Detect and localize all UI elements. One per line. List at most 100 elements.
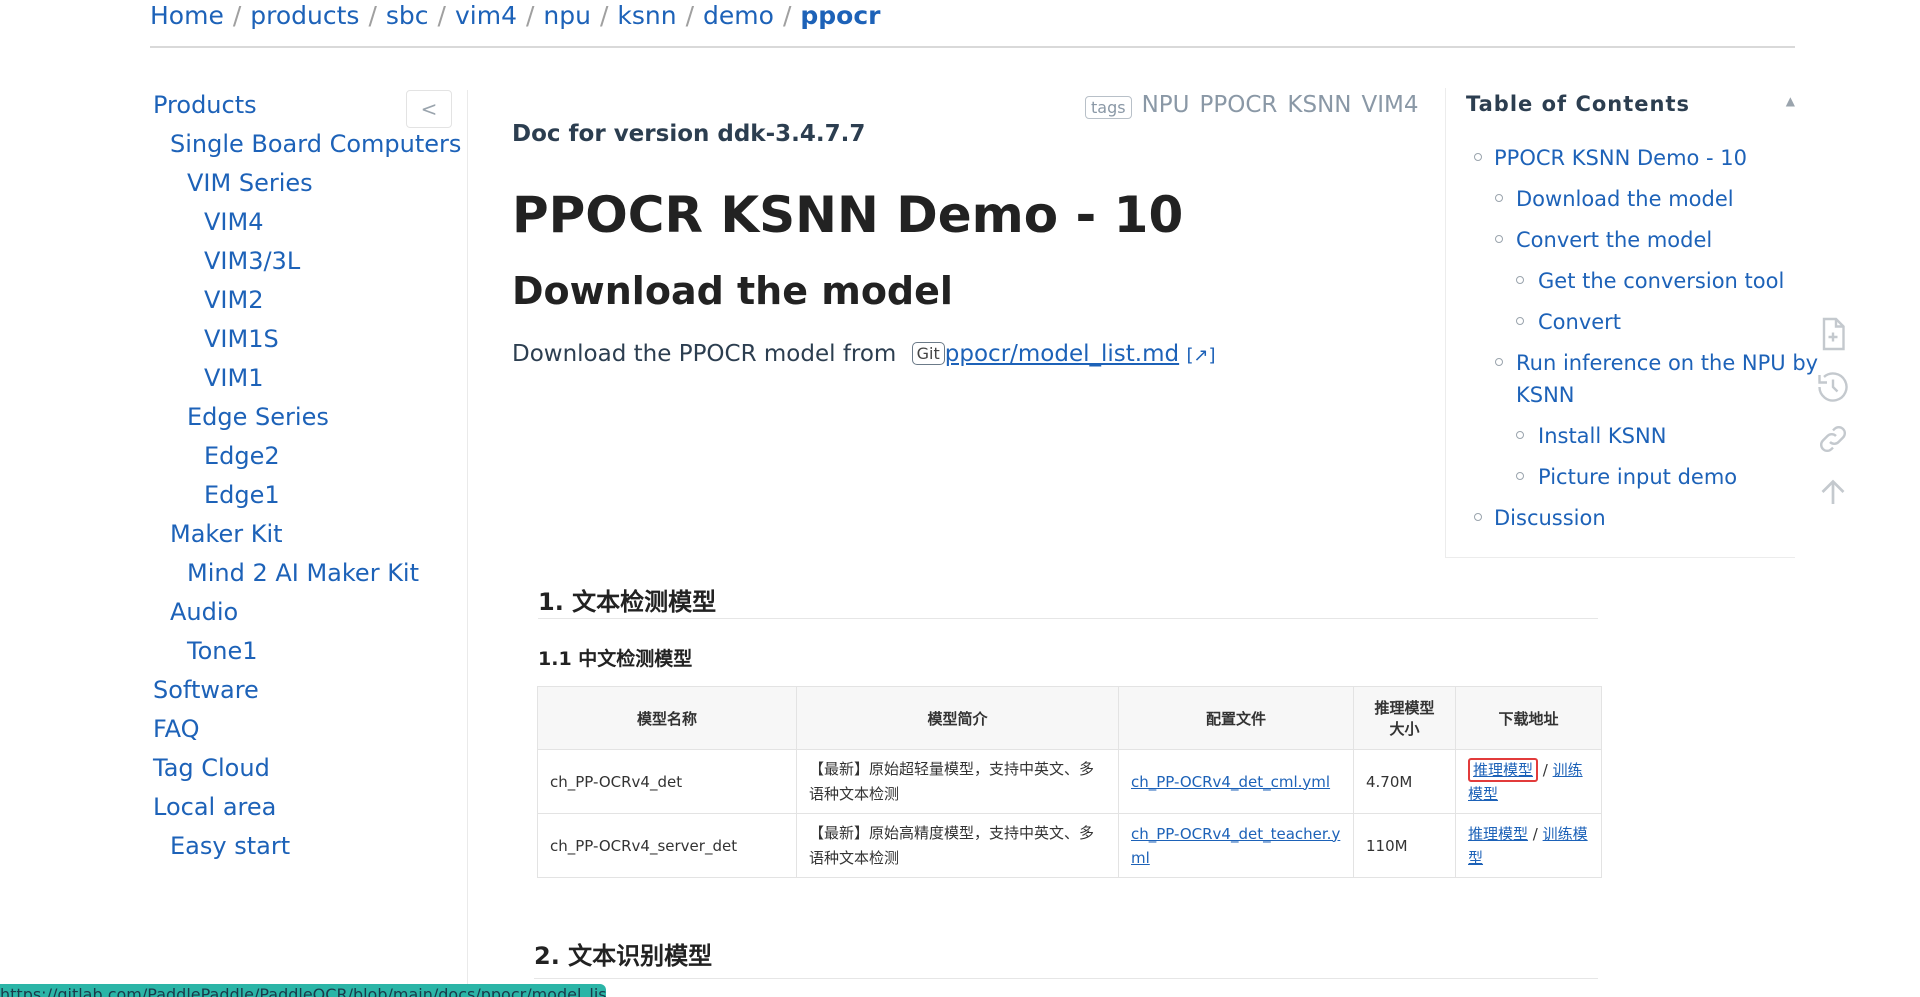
table-header: 推理模型大小 <box>1353 686 1456 750</box>
bullet-icon <box>1495 194 1503 202</box>
model-table: 模型名称 模型简介 配置文件 推理模型大小 下载地址 ch_PP-OCRv4_d… <box>537 686 1602 878</box>
toc-item-convert-model[interactable]: Convert the model <box>1516 224 1712 256</box>
model-desc-cell: 【最新】原始超轻量模型，支持中英文、多语种文本检测 <box>796 749 1119 814</box>
toc-item-download-model[interactable]: Download the model <box>1516 183 1734 215</box>
toc-item-install-ksnn[interactable]: Install KSNN <box>1538 420 1666 452</box>
breadcrumb-npu[interactable]: npu <box>543 1 591 30</box>
config-link[interactable]: ch_PP-OCRv4_det_teacher.yml <box>1131 825 1340 867</box>
sidebar-item-vim-series[interactable]: VIM Series <box>187 168 313 198</box>
breadcrumb-demo[interactable]: demo <box>703 1 774 30</box>
model-desc-cell: 【最新】原始高精度模型，支持中英文、多语种文本检测 <box>796 813 1119 878</box>
sidebar-item-tag-cloud[interactable]: Tag Cloud <box>153 753 270 783</box>
breadcrumb-sbc[interactable]: sbc <box>386 1 429 30</box>
sidebar-collapse-button[interactable]: < <box>406 90 452 128</box>
sidebar-item-vim1s[interactable]: VIM1S <box>204 324 279 354</box>
table-header-row: 模型名称 模型简介 配置文件 推理模型大小 下载地址 <box>537 686 1602 750</box>
table-header: 配置文件 <box>1118 686 1354 750</box>
highlight-box: 推理模型 <box>1468 757 1539 782</box>
inference-model-link[interactable]: 推理模型 <box>1473 761 1533 779</box>
size-cell: 110M <box>1353 813 1456 878</box>
sidebar-item-products[interactable]: Products <box>153 90 257 120</box>
toc-item-discussion[interactable]: Discussion <box>1494 502 1606 534</box>
config-cell: ch_PP-OCRv4_det_cml.yml <box>1118 749 1354 814</box>
config-link[interactable]: ch_PP-OCRv4_det_cml.yml <box>1131 773 1330 791</box>
sidebar-item-vim4[interactable]: VIM4 <box>204 207 263 237</box>
toc-collapse-icon[interactable]: ▲ <box>1786 94 1795 108</box>
bullet-icon <box>1516 431 1524 439</box>
toc-item-run-inference[interactable]: Run inference on the NPU by <box>1516 347 1818 379</box>
link-icon[interactable] <box>1815 421 1851 457</box>
inference-model-link[interactable]: 推理模型 <box>1468 825 1528 843</box>
breadcrumb-separator: / <box>232 1 242 30</box>
sidebar-item-audio[interactable]: Audio <box>170 597 238 627</box>
sidebar-item-tone1[interactable]: Tone1 <box>187 636 258 666</box>
tag-ksnn[interactable]: KSNN <box>1287 92 1351 118</box>
toc-item-get-conversion-tool[interactable]: Get the conversion tool <box>1538 265 1784 297</box>
tag-npu[interactable]: NPU <box>1142 92 1190 118</box>
breadcrumb-separator: / <box>368 1 377 30</box>
back-to-top-icon[interactable] <box>1815 474 1851 510</box>
breadcrumb-separator: / <box>437 1 446 30</box>
breadcrumb-separator: / <box>599 1 609 30</box>
sidebar-item-edge2[interactable]: Edge2 <box>204 441 280 471</box>
bullet-icon <box>1495 358 1503 366</box>
tag-vim4[interactable]: VIM4 <box>1361 92 1418 118</box>
detection-models-heading: 1. 文本检测模型 <box>538 588 717 616</box>
download-cell: 推理模型 / 训练模型 <box>1455 813 1602 878</box>
breadcrumb-products[interactable]: products <box>250 1 359 30</box>
embedded-model-list-image: 1. 文本检测模型 1.1 中文检测模型 模型名称 模型简介 配置文件 推理模型… <box>530 560 1610 997</box>
breadcrumb-separator: / <box>525 1 535 30</box>
breadcrumb-separator: / <box>685 1 695 30</box>
page-title: PPOCR KSNN Demo - 10 <box>512 186 1184 244</box>
table-of-contents: Table of Contents ▲ PPOCR KSNN Demo - 10… <box>1445 88 1818 558</box>
table-header: 模型简介 <box>796 686 1119 750</box>
config-cell: ch_PP-OCRv4_det_teacher.yml <box>1118 813 1354 878</box>
toc-item-picture-input-demo[interactable]: Picture input demo <box>1538 461 1737 493</box>
tags-row: tags NPU PPOCR KSNN VIM4 <box>1085 92 1428 119</box>
model-name-cell: ch_PP-OCRv4_det <box>537 749 797 814</box>
sidebar-item-vim3[interactable]: VIM3/3L <box>204 246 300 276</box>
toc-item-convert[interactable]: Convert <box>1538 306 1621 338</box>
breadcrumb-vim4[interactable]: vim4 <box>455 1 517 30</box>
breadcrumb-home[interactable]: Home <box>150 1 224 30</box>
toc-item-run-inference-cont[interactable]: KSNN <box>1516 379 1575 411</box>
sidebar-item-edge-series[interactable]: Edge Series <box>187 402 329 432</box>
breadcrumb-separator: / <box>782 1 792 30</box>
download-paragraph: Download the PPOCR model from Git ppocr/m… <box>512 341 1216 367</box>
sidebar-item-edge1[interactable]: Edge1 <box>204 480 280 510</box>
breadcrumb: Home / products / sbc / vim4 / npu / ksnn / demo / ppo… <box>150 0 1795 48</box>
model-name-cell: ch_PP-OCRv4_server_det <box>537 813 797 878</box>
edit-file-icon[interactable] <box>1815 316 1851 352</box>
sidebar-item-maker-kit[interactable]: Maker Kit <box>170 519 283 549</box>
tag-ppocr[interactable]: PPOCR <box>1200 92 1278 118</box>
breadcrumb-ksnn[interactable]: ksnn <box>617 1 676 30</box>
sidebar-item-single-board-computers[interactable]: Single Board Computers <box>170 129 461 159</box>
heading-divider <box>534 978 1598 979</box>
toc-item-ppocr-ksnn-demo[interactable]: PPOCR KSNN Demo - 10 <box>1494 142 1747 174</box>
bullet-icon <box>1516 276 1524 284</box>
history-icon[interactable] <box>1815 369 1851 405</box>
sidebar-item-mind-2-ai-maker-kit[interactable]: Mind 2 AI Maker Kit <box>187 558 419 588</box>
bullet-icon <box>1495 235 1503 243</box>
recognition-models-heading: 2. 文本识别模型 <box>534 942 713 970</box>
sidebar-item-easy-start[interactable]: Easy start <box>170 831 290 861</box>
bullet-icon <box>1474 513 1482 521</box>
sidebar-item-local-area[interactable]: Local area <box>153 792 276 822</box>
heading-divider <box>538 618 1598 619</box>
sidebar-item-vim2[interactable]: VIM2 <box>204 285 263 315</box>
sidebar-item-faq[interactable]: FAQ <box>153 714 200 744</box>
sidebar-item-vim1[interactable]: VIM1 <box>204 363 263 393</box>
sidebar-item-software[interactable]: Software <box>153 675 259 705</box>
model-list-link[interactable]: ppocr/model_list.md <box>945 341 1179 367</box>
git-icon: Git <box>911 342 945 365</box>
bullet-icon <box>1516 317 1524 325</box>
bullet-icon <box>1516 472 1524 480</box>
link-separator: / <box>1538 760 1553 779</box>
breadcrumb-current[interactable]: ppocr <box>800 1 880 30</box>
download-text: Download the PPOCR model from <box>512 341 897 367</box>
sidebar-divider <box>467 90 468 997</box>
size-cell: 4.70M <box>1353 749 1456 814</box>
download-cell: 推理模型 / 训练模型 <box>1455 749 1602 814</box>
link-separator: / <box>1528 824 1543 843</box>
chinese-detection-heading: 1.1 中文检测模型 <box>538 648 693 670</box>
